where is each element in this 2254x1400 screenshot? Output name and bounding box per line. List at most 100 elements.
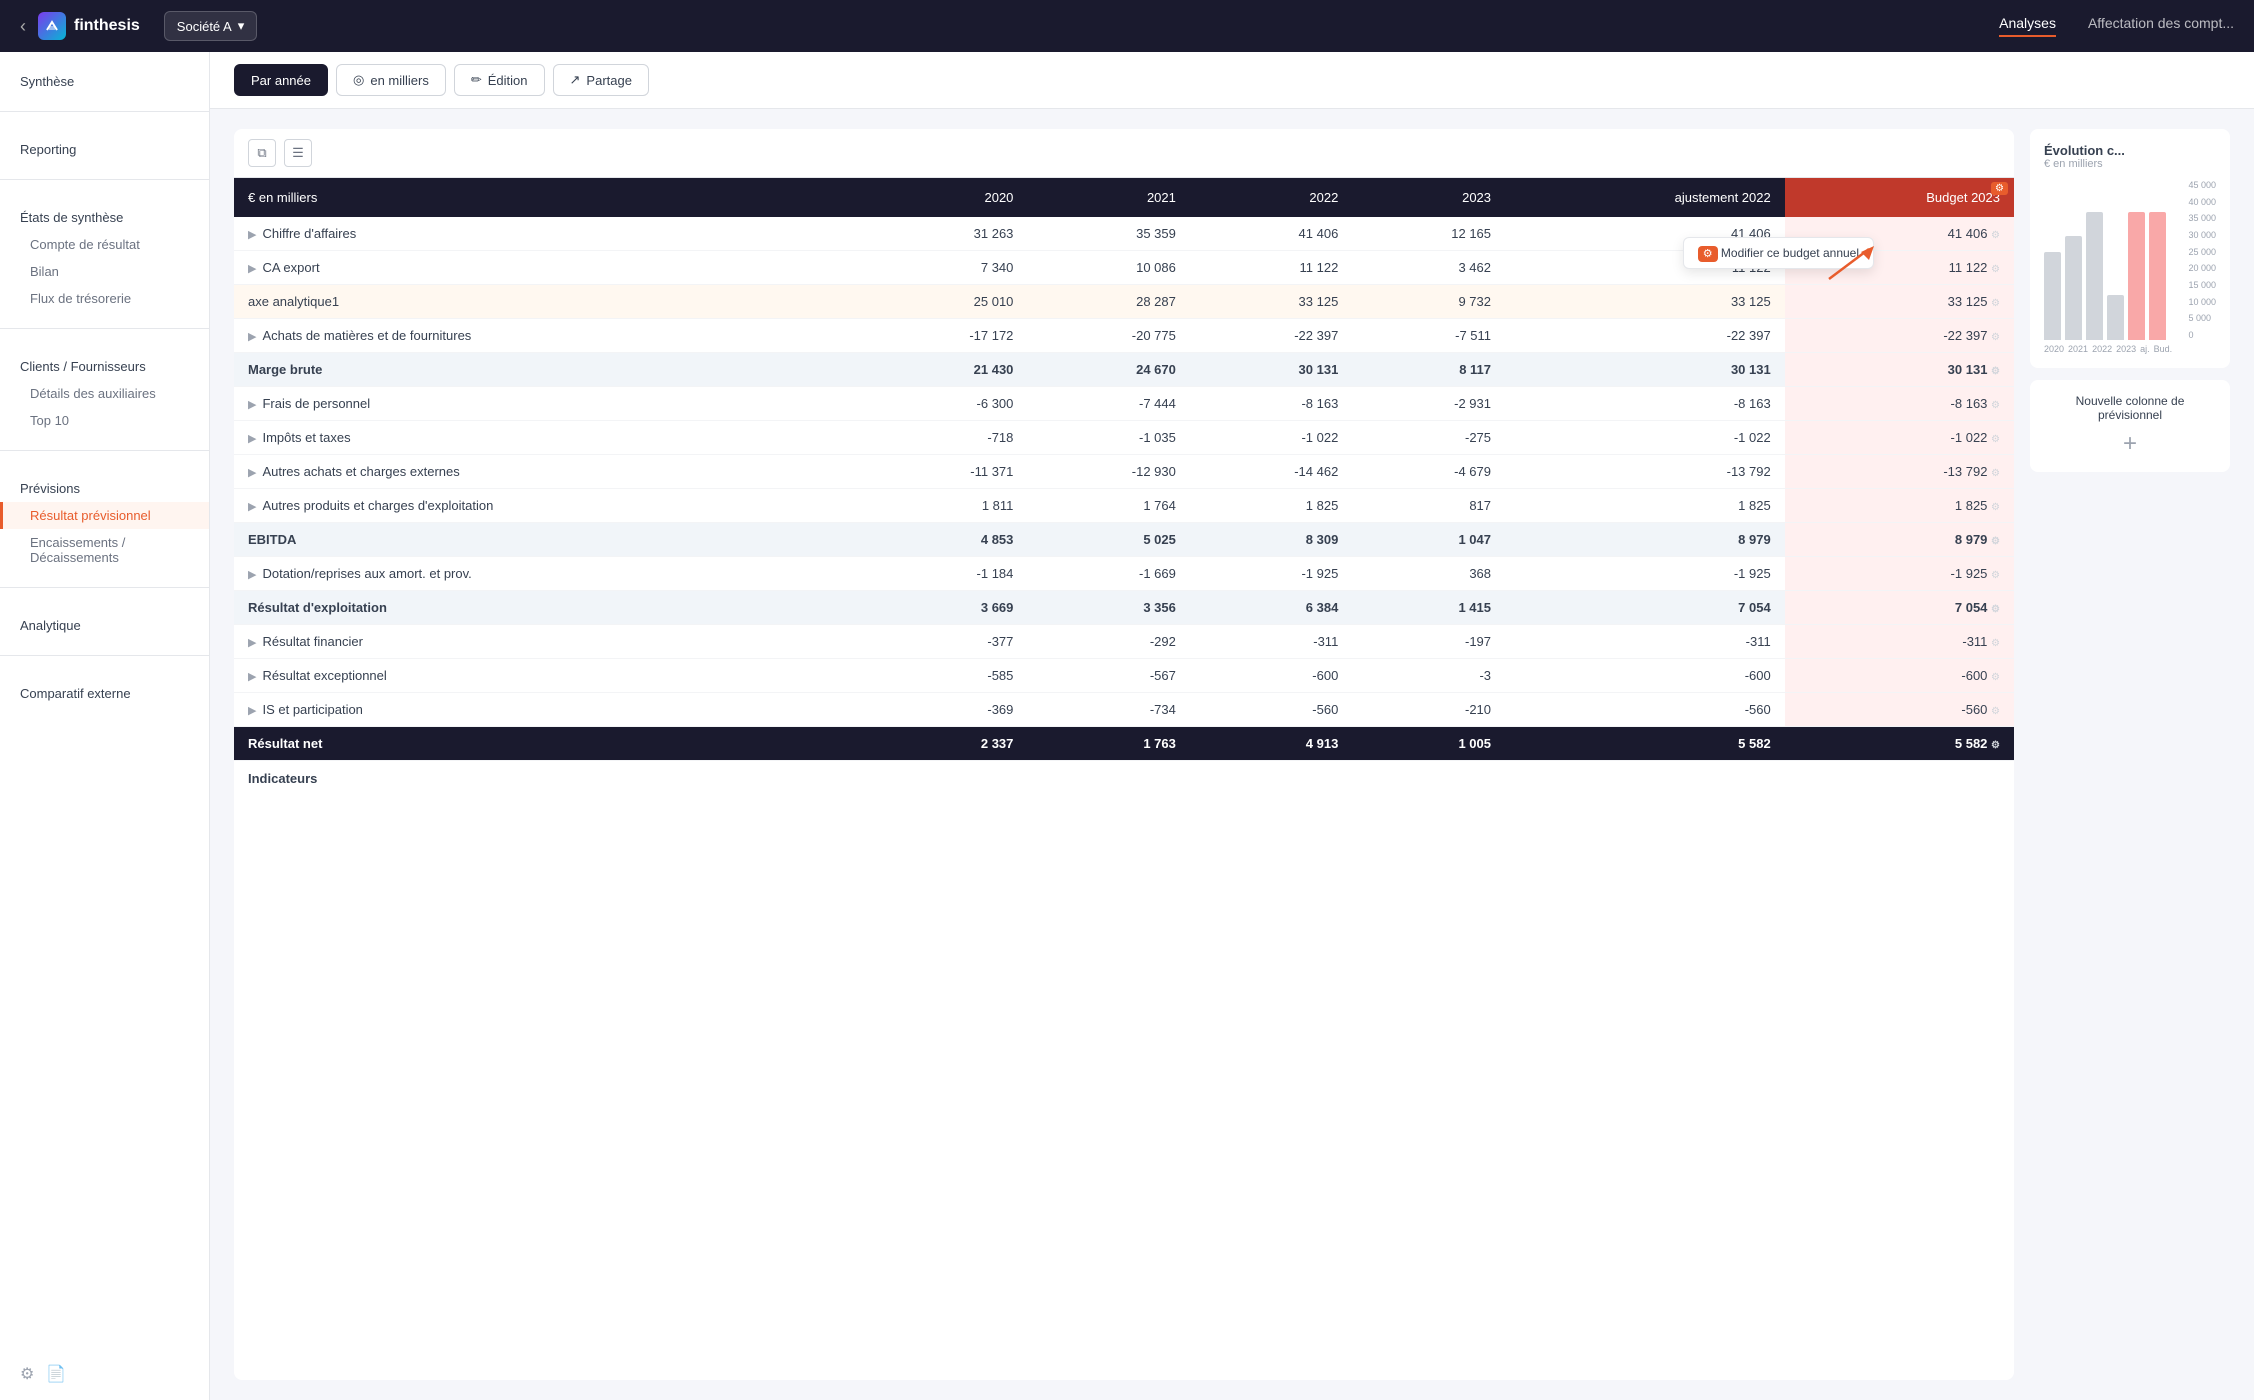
gear-icon-15[interactable]: ⚙: [1991, 740, 2000, 751]
row-5-col-0: -6 300: [865, 387, 1027, 421]
row-14-col-0: -369: [865, 693, 1027, 727]
col-2020: 2020: [865, 178, 1027, 217]
bar-budget: [2149, 212, 2166, 340]
row-label-13: ▶Résultat exceptionnel: [234, 659, 865, 693]
toolbar-btn-partage[interactable]: ↗ Partage: [553, 64, 649, 96]
row-1-col-0: 7 340: [865, 251, 1027, 285]
row-4-col-5: 30 131 ⚙: [1785, 353, 2014, 387]
sidebar-item-auxiliaires[interactable]: Détails des auxiliaires: [0, 380, 209, 407]
sidebar-section-clients[interactable]: Clients / Fournisseurs: [0, 353, 209, 380]
sidebar-item-resultat-previsionnel[interactable]: Résultat prévisionnel: [0, 502, 209, 529]
row-15-col-5: 5 582 ⚙: [1785, 727, 2014, 761]
gear-icon-12[interactable]: ⚙: [1991, 638, 2000, 649]
back-button[interactable]: ‹: [20, 16, 26, 37]
logo-text: finthesis: [74, 17, 140, 35]
row-3-col-0: -17 172: [865, 319, 1027, 353]
toolbar-btn-edition[interactable]: ✏ Édition: [454, 64, 545, 96]
row-0-col-2: 41 406: [1190, 217, 1352, 251]
sidebar-item-bilan[interactable]: Bilan: [0, 258, 209, 285]
row-4-col-3: 8 117: [1352, 353, 1505, 387]
row-1-col-2: 11 122: [1190, 251, 1352, 285]
row-11-col-3: 1 415: [1352, 591, 1505, 625]
gear-icon-0[interactable]: ⚙: [1991, 230, 2000, 241]
col-budget2023: Budget 2023 ⚙: [1785, 178, 2014, 217]
row-5-col-5: -8 163 ⚙: [1785, 387, 2014, 421]
row-label-1: ▶CA export: [234, 251, 865, 285]
sidebar-item-top10[interactable]: Top 10: [0, 407, 209, 434]
bar-label-2023: 2023: [2116, 344, 2136, 354]
row-13-col-5: -600 ⚙: [1785, 659, 2014, 693]
nav-link-affectation[interactable]: Affectation des compt...: [2088, 15, 2234, 37]
gear-icon-1[interactable]: ⚙: [1991, 264, 2000, 275]
row-label-14: ▶IS et participation: [234, 693, 865, 727]
gear-icon-9[interactable]: ⚙: [1991, 536, 2000, 547]
row-3-col-4: -22 397: [1505, 319, 1785, 353]
row-6-col-3: -275: [1352, 421, 1505, 455]
gear-icon-3[interactable]: ⚙: [1991, 332, 2000, 343]
bar-label-aj: aj.: [2140, 344, 2150, 354]
gear-icon-7[interactable]: ⚙: [1991, 468, 2000, 479]
budget-gear-icon[interactable]: ⚙: [1991, 182, 2008, 195]
row-label-12: ▶Résultat financier: [234, 625, 865, 659]
gear-icon-10[interactable]: ⚙: [1991, 570, 2000, 581]
logo: finthesis: [38, 12, 140, 40]
bar-label-2022: 2022: [2092, 344, 2112, 354]
logo-icon: [38, 12, 66, 40]
row-11-col-4: 7 054: [1505, 591, 1785, 625]
bar-ajustement: [2128, 212, 2145, 340]
tooltip-text: Modifier ce budget annuel: [1721, 246, 1859, 260]
row-10-col-1: -1 669: [1027, 557, 1189, 591]
row-label-6: ▶Impôts et taxes: [234, 421, 865, 455]
sidebar-item-encaissements[interactable]: Encaissements /Décaissements: [0, 529, 209, 571]
sidebar-item-analytique[interactable]: Analytique: [0, 612, 209, 639]
gear-icon-8[interactable]: ⚙: [1991, 502, 2000, 513]
toolbar-btn-par-annee[interactable]: Par année: [234, 64, 328, 96]
row-9-col-1: 5 025: [1027, 523, 1189, 557]
gear-icon-14[interactable]: ⚙: [1991, 706, 2000, 717]
row-10-col-0: -1 184: [865, 557, 1027, 591]
gear-icon-6[interactable]: ⚙: [1991, 434, 2000, 445]
row-11-col-5: 7 054 ⚙: [1785, 591, 2014, 625]
bar-2020: [2044, 252, 2061, 340]
document-icon[interactable]: 📄: [46, 1364, 66, 1384]
tooltip-gear-icon: ⚙: [1698, 246, 1718, 262]
gear-icon-13[interactable]: ⚙: [1991, 672, 2000, 683]
y-label-0: 0: [2188, 330, 2216, 340]
company-selector[interactable]: Société A ▾: [164, 11, 257, 41]
bar-label-bud: Bud.: [2154, 344, 2173, 354]
table-container: ⧉ ☰ ⚙ Modifier ce budget annuel: [210, 109, 2254, 1400]
row-8-col-4: 1 825: [1505, 489, 1785, 523]
y-label-30000: 30 000: [2188, 230, 2216, 240]
top-navigation: ‹ finthesis Société A ▾ Analyses Affecta…: [0, 0, 2254, 52]
nav-link-analyses[interactable]: Analyses: [1999, 15, 2056, 37]
row-3-col-5: -22 397 ⚙: [1785, 319, 2014, 353]
sidebar-item-synthese[interactable]: Synthèse: [0, 68, 209, 95]
sidebar-item-flux[interactable]: Flux de trésorerie: [0, 285, 209, 312]
sidebar-item-reporting[interactable]: Reporting: [0, 136, 209, 163]
copy-icon[interactable]: ⧉: [248, 139, 276, 167]
row-12-col-4: -311: [1505, 625, 1785, 659]
row-0-col-1: 35 359: [1027, 217, 1189, 251]
sidebar-section-etats[interactable]: États de synthèse: [0, 204, 209, 231]
row-0-col-0: 31 263: [865, 217, 1027, 251]
row-3-col-1: -20 775: [1027, 319, 1189, 353]
gear-icon-5[interactable]: ⚙: [1991, 400, 2000, 411]
row-5-col-4: -8 163: [1505, 387, 1785, 421]
row-15-col-0: 2 337: [865, 727, 1027, 761]
sidebar-item-compte-resultat[interactable]: Compte de résultat: [0, 231, 209, 258]
row-label-7: ▶Autres achats et charges externes: [234, 455, 865, 489]
row-6-col-4: -1 022: [1505, 421, 1785, 455]
row-10-col-5: -1 925 ⚙: [1785, 557, 2014, 591]
edit-icon: ✏: [471, 72, 482, 88]
bar-2022: [2086, 212, 2103, 340]
toolbar-btn-milliers[interactable]: ◎ en milliers: [336, 64, 446, 96]
settings-icon[interactable]: ⚙: [20, 1364, 34, 1384]
gear-icon-4[interactable]: ⚙: [1991, 366, 2000, 377]
gear-icon-11[interactable]: ⚙: [1991, 604, 2000, 615]
sidebar-section-previsions[interactable]: Prévisions: [0, 475, 209, 502]
gear-icon-2[interactable]: ⚙: [1991, 298, 2000, 309]
new-column-plus-button[interactable]: +: [2044, 430, 2216, 458]
sidebar-item-comparatif[interactable]: Comparatif externe: [0, 680, 209, 707]
filter-icon[interactable]: ☰: [284, 139, 312, 167]
y-label-25000: 25 000: [2188, 247, 2216, 257]
